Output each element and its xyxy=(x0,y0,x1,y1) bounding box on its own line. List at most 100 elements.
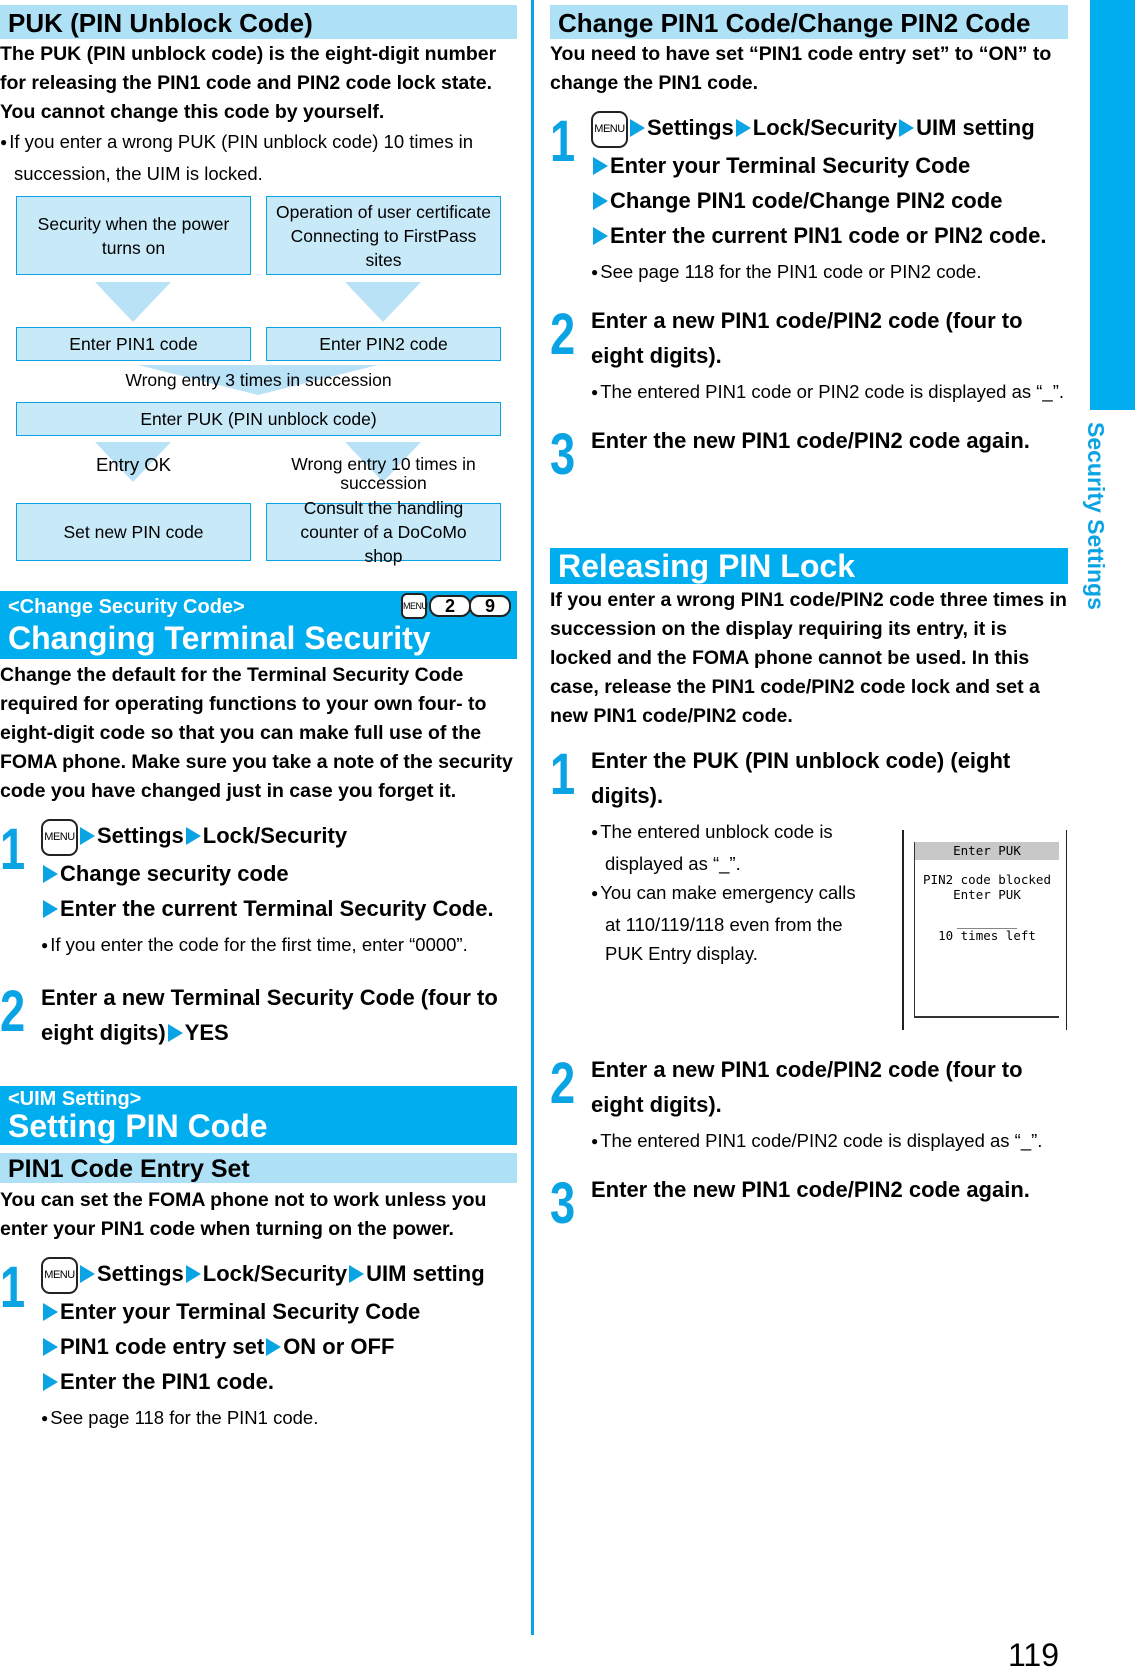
puk-heading: PUK (PIN Unblock Code) xyxy=(0,5,517,39)
pin-flow-diagram: Security when the power turns on Operati… xyxy=(0,185,517,566)
step-number: 3 xyxy=(550,1171,576,1236)
path-item: Enter your Terminal Security Code xyxy=(60,1298,421,1324)
menu-key-icon: MENU xyxy=(591,110,628,148)
path-item: Enter the current Terminal Security Code… xyxy=(60,895,494,921)
step-note: If you enter the code for the first time… xyxy=(41,930,517,962)
flow-box-certificate: Operation of user certificate Connecting… xyxy=(266,196,501,275)
step-number: 2 xyxy=(0,978,26,1044)
column-divider xyxy=(531,0,534,1635)
entry-set-step-1: 1 MENU Settings Lock/Security UIM setting E… xyxy=(0,1256,517,1435)
change-pin-heading: Change PIN1 Code/Change PIN2 Code xyxy=(550,5,1068,39)
release-step-3: 3 Enter the new PIN1 code/PIN2 code agai… xyxy=(550,1172,1068,1233)
right-column: Change PIN1 Code/Change PIN2 Code You ne… xyxy=(550,0,1068,483)
pin-code-subheading: <UIM Setting> xyxy=(8,1088,142,1110)
step-note: The entered PIN1 code/PIN2 code is displ… xyxy=(591,1126,1068,1158)
release-lock-lead: If you enter a wrong PIN1 code/PIN2 code… xyxy=(550,589,1067,727)
page-number: 119 xyxy=(1008,1637,1060,1672)
menu-key-icon: MENU xyxy=(401,593,428,619)
arrow-right-icon xyxy=(349,1265,365,1283)
left-column: PUK (PIN Unblock Code) The PUK (PIN unbl… xyxy=(0,0,517,188)
path-item: ON or OFF xyxy=(283,1333,395,1359)
arrow-right-icon xyxy=(266,1337,282,1356)
arrow-right-icon xyxy=(80,827,95,845)
path-item: PIN1 code entry set xyxy=(60,1333,265,1359)
path-item: Settings xyxy=(97,1261,184,1286)
step-text: Enter a new PIN1 code/PIN2 code (four to… xyxy=(591,307,1023,368)
flow-label-entry-ok: Entry OK xyxy=(95,454,172,475)
entry-set-lead: You can set the FOMA phone not to work u… xyxy=(0,1189,487,1240)
arrow-right-icon xyxy=(593,156,608,175)
puk-lead: The PUK (PIN unblock code) is the eight-… xyxy=(0,43,497,123)
arrow-right-icon xyxy=(43,1372,58,1391)
step-number: 1 xyxy=(550,109,576,174)
menu-key-icon: MENU xyxy=(41,818,78,856)
step-number: 1 xyxy=(0,817,26,882)
flow-arrow-down xyxy=(345,282,421,322)
flow-box-set-new: Set new PIN code xyxy=(16,503,251,561)
screen-title: Enter PUK xyxy=(915,842,1059,860)
arrow-right-icon xyxy=(43,1302,58,1321)
arrow-right-icon xyxy=(735,119,751,137)
arrow-right-icon xyxy=(80,1265,95,1283)
flow-label-wrong10: Wrong entry 10 times in succession xyxy=(291,454,476,493)
step-note: The entered PIN1 code or PIN2 code is di… xyxy=(591,377,1068,409)
key-9-icon: 9 xyxy=(469,595,511,617)
path-item: Settings xyxy=(647,115,734,140)
entry-set-heading: PIN1 Code Entry Set xyxy=(0,1153,517,1183)
step-text: Enter a new PIN1 code/PIN2 code (four to… xyxy=(591,1057,1023,1117)
step-note: The entered unblock code is displayed as… xyxy=(591,817,861,878)
step-text: Enter the new PIN1 code/PIN2 code again. xyxy=(591,427,1030,453)
shortcut-keys: MENU 2 9 xyxy=(401,593,511,619)
flow-box-power: Security when the power turns on xyxy=(16,196,251,275)
screen-message: PIN2 code blocked Enter PUK xyxy=(915,872,1059,902)
flow-box-puk: Enter PUK (PIN unblock code) xyxy=(16,402,501,436)
change-pin-step-2: 2 Enter a new PIN1 code/PIN2 code (four … xyxy=(550,303,1068,409)
arrow-right-icon xyxy=(630,119,645,137)
change-pin-lead: You need to have set “PIN1 code entry se… xyxy=(550,43,1052,94)
arrow-right-icon xyxy=(899,119,915,137)
pin-code-heading: Setting PIN Code xyxy=(8,1108,268,1144)
step-number: 1 xyxy=(0,1255,26,1320)
path-item: Change PIN1 code/Change PIN2 code xyxy=(610,187,1003,213)
flow-box-pin2: Enter PIN2 code xyxy=(266,327,501,361)
puk-note: If you enter a wrong PUK (PIN unblock co… xyxy=(0,127,517,188)
screen-line-1: PIN2 code blocked xyxy=(923,872,1051,887)
step-number: 3 xyxy=(550,421,576,487)
arrow-right-icon xyxy=(43,864,58,883)
arrow-right-icon xyxy=(593,191,608,210)
flow-label-wrong3: Wrong entry 3 times in succession xyxy=(125,370,392,390)
step-note: See page 118 for the PIN1 code or PIN2 c… xyxy=(591,257,1068,289)
change-security-lead: Change the default for the Terminal Secu… xyxy=(0,664,513,802)
arrow-right-icon xyxy=(43,899,58,918)
path-item: Lock/Security xyxy=(752,115,898,140)
path-item: Settings xyxy=(97,823,184,848)
path-item: Enter the PIN1 code. xyxy=(60,1368,274,1394)
step-text: Enter a new Terminal Security Code (four… xyxy=(41,984,498,1045)
change-security-section: <Change Security Code> MENU 2 9 Changing T… xyxy=(0,591,517,1050)
pin-code-header: <UIM Setting> Setting PIN Code xyxy=(0,1086,517,1145)
path-item: Lock/Security xyxy=(202,1261,348,1286)
change-security-step-1: 1 MENU Settings Lock/Security Change secur… xyxy=(0,818,517,962)
section-tab xyxy=(1090,0,1135,410)
puk-entry-screen: Enter PUK PIN2 code blocked Enter PUK __… xyxy=(902,830,1067,1030)
path-item: Lock/Security xyxy=(202,823,348,848)
step-note: See page 118 for the PIN1 code. xyxy=(41,1403,517,1435)
arrow-right-icon xyxy=(185,827,201,845)
step-text: Enter the new PIN1 code/PIN2 code again. xyxy=(591,1177,1030,1202)
step-text: Enter the PUK (PIN unblock code) (eight … xyxy=(591,748,1011,808)
release-lock-header: Releasing PIN Lock xyxy=(550,548,1068,584)
arrow-right-icon xyxy=(593,226,608,245)
step-number: 1 xyxy=(550,742,576,807)
step-note: You can make emergency calls at 110/119/… xyxy=(591,878,861,968)
menu-key-icon: MENU xyxy=(41,1256,78,1294)
step-number: 2 xyxy=(550,301,576,367)
section-tab-label: Security Settings xyxy=(1083,422,1109,610)
release-lock-heading: Releasing PIN Lock xyxy=(558,548,855,584)
path-item: UIM setting xyxy=(916,115,1035,140)
screen-input-field: ________ xyxy=(956,914,1018,929)
flow-box-pin1: Enter PIN1 code xyxy=(16,327,251,361)
change-security-step-2: 2 Enter a new Terminal Security Code (fo… xyxy=(0,980,517,1050)
flow-arrow-down xyxy=(95,282,171,322)
screen-line-2: Enter PUK xyxy=(953,887,1021,902)
path-item: UIM setting xyxy=(366,1261,485,1286)
